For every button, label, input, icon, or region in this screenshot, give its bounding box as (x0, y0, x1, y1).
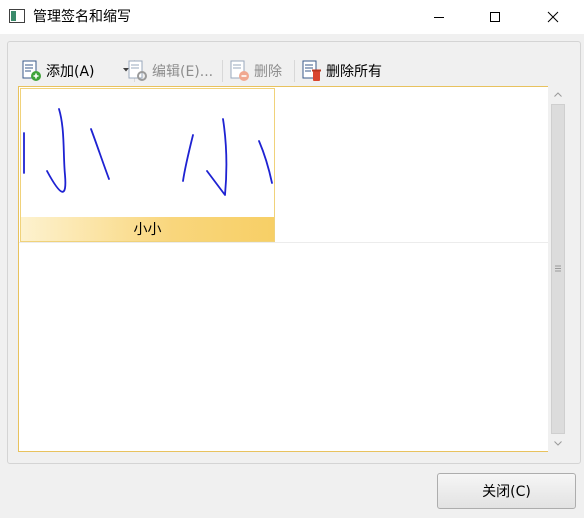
delete-button-label: 删除 (254, 64, 282, 80)
close-button-label: 关闭(C) (482, 484, 531, 500)
signature-handwriting-image (23, 108, 273, 196)
signature-caption: 小小 (21, 217, 274, 241)
close-window-button[interactable] (530, 0, 576, 34)
delete-all-button[interactable]: 删除所有 (302, 58, 382, 84)
minimize-icon (434, 17, 444, 18)
edit-button[interactable]: 编辑(E)... (128, 58, 213, 84)
add-button[interactable]: 添加(A) (22, 58, 95, 84)
title-bar: 管理签名和缩写 (0, 0, 584, 34)
minimize-button[interactable] (416, 0, 462, 34)
row-divider (19, 242, 549, 243)
vertical-scrollbar[interactable] (548, 86, 568, 452)
toolbar-separator (294, 60, 295, 82)
close-button[interactable]: 关闭(C) (437, 473, 576, 509)
signature-caption-text: 小小 (133, 222, 162, 238)
scroll-up-button[interactable] (548, 86, 568, 103)
signature-tile[interactable]: 小小 (20, 88, 275, 242)
maximize-icon (490, 12, 500, 22)
chevron-up-icon (554, 92, 562, 97)
add-button-label: 添加(A) (46, 64, 95, 80)
scrollbar-thumb[interactable] (551, 104, 565, 434)
edit-button-label: 编辑(E)... (152, 64, 214, 80)
toolbar-separator (222, 60, 223, 82)
delete-signature-icon (230, 60, 249, 81)
add-signature-icon (22, 60, 41, 81)
delete-all-button-label: 删除所有 (326, 64, 382, 80)
chevron-down-icon (554, 441, 562, 446)
toolbar: 添加(A) 编辑(E)... 删除 删除所有 (16, 56, 568, 86)
maximize-button[interactable] (472, 0, 518, 34)
edit-signature-icon (128, 60, 147, 81)
grip-icon (555, 265, 561, 272)
delete-all-icon (302, 60, 321, 81)
close-icon (547, 11, 559, 23)
signature-list[interactable]: 小小 (18, 86, 550, 452)
window-title: 管理签名和缩写 (33, 9, 131, 25)
scroll-down-button[interactable] (548, 435, 568, 452)
app-icon (9, 9, 25, 23)
delete-button[interactable]: 删除 (230, 58, 282, 84)
